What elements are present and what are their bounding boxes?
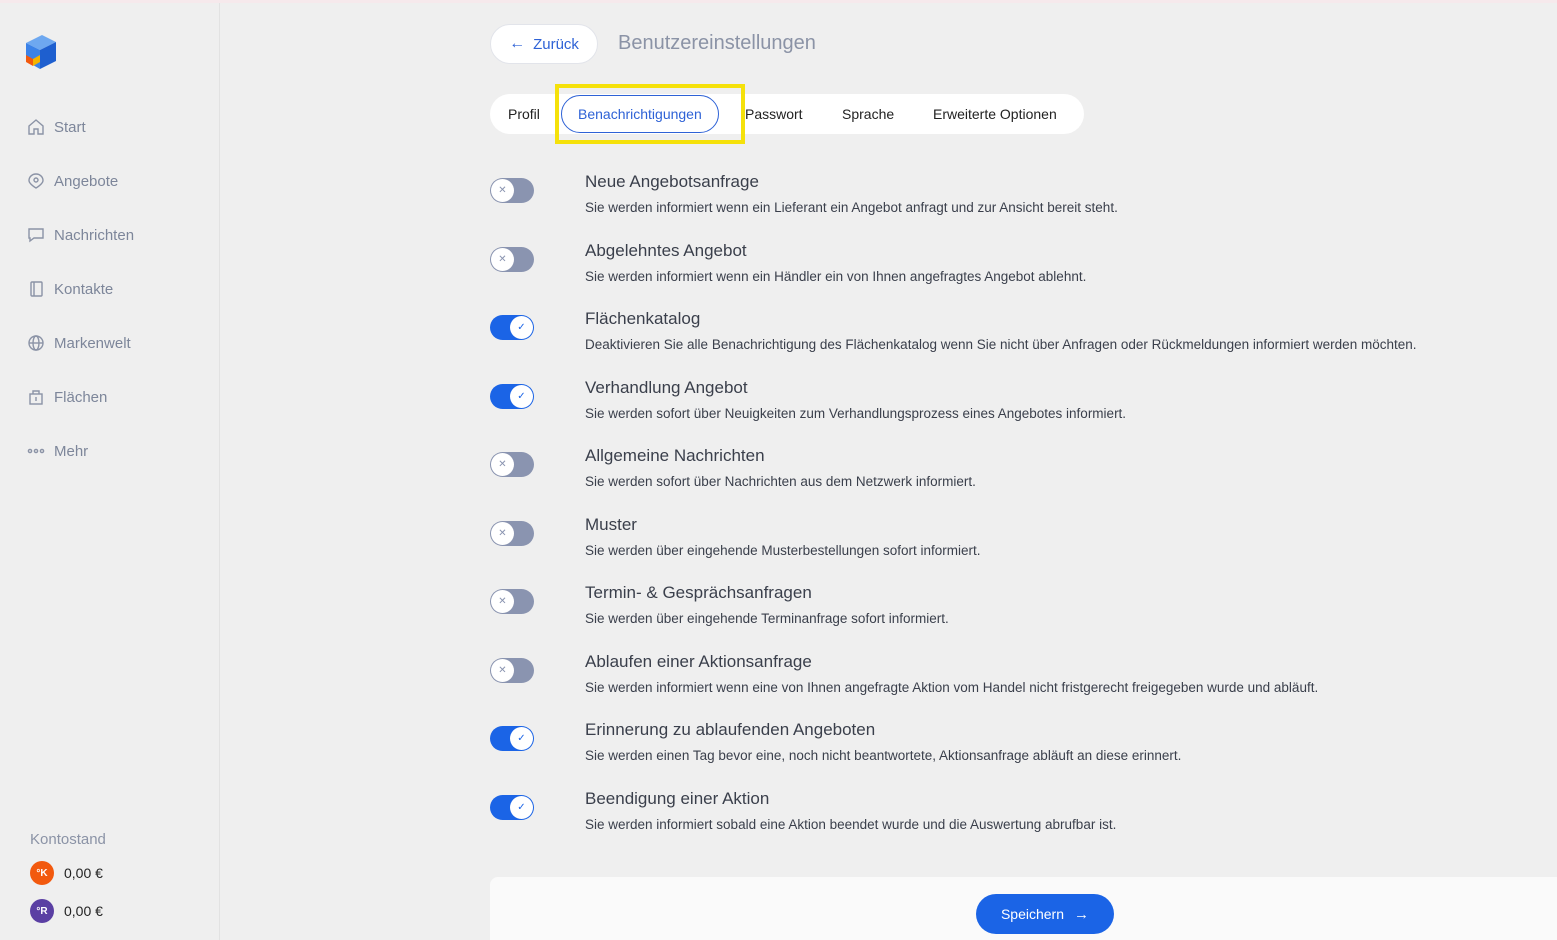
home-icon: [26, 117, 46, 137]
setting-description: Deaktivieren Sie alle Benachrichtigung d…: [585, 337, 1417, 352]
setting-title: Flächenkatalog: [585, 309, 701, 328]
x-icon: ✕: [491, 453, 514, 476]
setting-description: Sie werden informiert wenn ein Lieferant…: [585, 200, 1118, 215]
more-dots-icon: [26, 441, 46, 461]
balance-row-k: °K 0,00 €: [30, 861, 103, 885]
balance-value: 0,00 €: [64, 865, 103, 881]
setting-title: Neue Angebotsanfrage: [585, 172, 759, 191]
tab-profil[interactable]: Profil: [508, 106, 540, 122]
settings-tabs: Profil Benachrichtigungen Passwort Sprac…: [490, 94, 1084, 134]
x-icon: ✕: [491, 658, 514, 682]
setting-row: ✓ Beendigung einer Aktion Sie werden infor…: [490, 789, 1550, 849]
save-button[interactable]: Speichern →: [976, 894, 1114, 934]
sidebar-item-nachrichten[interactable]: Nachrichten: [26, 221, 134, 249]
coin-k-icon: °K: [30, 861, 54, 885]
setting-title: Ablaufen einer Aktionsanfrage: [585, 651, 812, 671]
sidebar-item-mehr[interactable]: Mehr: [26, 437, 134, 465]
setting-row: ✕ Ablaufen einer Aktionsanfrage Sie werden…: [490, 652, 1550, 712]
notification-toggle[interactable]: ✕: [490, 520, 534, 546]
globe-icon: [26, 333, 46, 353]
sidebar-item-label: Start: [54, 118, 86, 136]
sidebar-item-markenwelt[interactable]: Markenwelt: [26, 329, 134, 357]
page-title: Benutzereinstellungen: [618, 32, 816, 54]
setting-row: ✕ Termin- & Gesprächsanfragen Sie werden ü…: [490, 583, 1550, 643]
sidebar-item-label: Angebote: [54, 172, 119, 190]
notification-toggle[interactable]: ✓: [490, 794, 534, 820]
contacts-book-icon: [26, 279, 46, 299]
setting-row: ✕ Abgelehntes Angebot Sie werden informier…: [490, 241, 1550, 301]
setting-row: ✕ Neue Angebotsanfrage Sie werden informie…: [490, 172, 1550, 232]
check-icon: ✓: [510, 316, 533, 339]
setting-title: Muster: [585, 514, 637, 534]
sidebar-nav: Start Angebote Nachrichten Kontakte Mark…: [26, 113, 134, 491]
setting-title: Verhandlung Angebot: [585, 377, 748, 397]
back-button[interactable]: ← Zurück: [490, 24, 598, 64]
tab-benachrichtigungen[interactable]: Benachrichtigungen: [561, 95, 719, 133]
app-logo-icon[interactable]: [24, 33, 58, 71]
balance-title: Kontostand: [30, 831, 106, 848]
notification-toggle[interactable]: ✕: [490, 178, 534, 203]
back-button-label: Zurück: [533, 35, 579, 53]
check-icon: ✓: [510, 384, 533, 408]
setting-title: Beendigung einer Aktion: [585, 788, 770, 808]
notification-toggle[interactable]: ✕: [490, 657, 534, 683]
store-icon: [26, 387, 46, 407]
tag-icon: [26, 171, 46, 191]
arrow-left-icon: ←: [509, 35, 526, 52]
balance-row-r: °R 0,00 €: [30, 899, 103, 923]
setting-title: Allgemeine Nachrichten: [585, 446, 765, 465]
notification-toggle[interactable]: ✕: [490, 246, 534, 272]
tab-erweiterte-optionen[interactable]: Erweiterte Optionen: [933, 106, 1057, 122]
notification-toggle[interactable]: ✓: [490, 726, 534, 751]
setting-title: Termin- & Gesprächsanfragen: [585, 583, 812, 602]
setting-row: ✕ Allgemeine Nachrichten Sie werden sofort…: [490, 446, 1550, 506]
arrow-right-icon: →: [1074, 905, 1090, 923]
notification-toggle[interactable]: ✓: [490, 383, 534, 409]
notification-toggle[interactable]: ✕: [490, 452, 534, 477]
setting-row: ✓ Verhandlung Angebot Sie werden sofort üb…: [490, 378, 1550, 438]
sidebar-item-label: Flächen: [54, 388, 108, 406]
balance-value: 0,00 €: [64, 903, 103, 919]
chat-icon: [26, 225, 46, 245]
x-icon: ✕: [491, 179, 514, 202]
tab-passwort[interactable]: Passwort: [745, 106, 803, 122]
sidebar-item-label: Nachrichten: [54, 226, 135, 244]
save-button-label: Speichern: [1000, 906, 1065, 922]
sidebar-item-flaechen[interactable]: Flächen: [26, 383, 134, 411]
setting-title: Erinnerung zu ablaufenden Angeboten: [585, 720, 876, 739]
sidebar: Start Angebote Nachrichten Kontakte Mark…: [0, 3, 220, 940]
setting-description: Sie werden über eingehende Terminanfrage…: [585, 611, 949, 626]
setting-title: Abgelehntes Angebot: [585, 240, 747, 260]
sidebar-item-kontakte[interactable]: Kontakte: [26, 275, 134, 303]
setting-description: Sie werden sofort über Neuigkeiten zum V…: [585, 405, 1127, 421]
sidebar-item-label: Mehr: [54, 442, 89, 460]
sidebar-item-label: Markenwelt: [54, 334, 131, 352]
setting-row: ✓ Erinnerung zu ablaufenden Angeboten Sie …: [490, 720, 1550, 780]
notification-toggle[interactable]: ✓: [490, 315, 534, 340]
sidebar-item-angebote[interactable]: Angebote: [26, 167, 134, 195]
top-border: [0, 0, 1557, 3]
sidebar-item-label: Kontakte: [54, 280, 114, 298]
check-icon: ✓: [510, 795, 533, 819]
setting-description: Sie werden informiert sobald eine Aktion…: [585, 816, 1117, 832]
setting-description: Sie werden informiert wenn ein Händler e…: [585, 268, 1087, 284]
notification-toggle[interactable]: ✕: [490, 589, 534, 614]
x-icon: ✕: [491, 521, 514, 545]
setting-row: ✕ Muster Sie werden über eingehende Muster…: [490, 515, 1550, 575]
setting-description: Sie werden sofort über Nachrichten aus d…: [585, 474, 976, 489]
sidebar-item-start[interactable]: Start: [26, 113, 134, 141]
tab-sprache[interactable]: Sprache: [842, 106, 894, 122]
setting-description: Sie werden über eingehende Musterbestell…: [585, 542, 981, 558]
setting-row: ✓ Flächenkatalog Deaktivieren Sie alle Ben…: [490, 309, 1550, 369]
setting-description: Sie werden einen Tag bevor eine, noch ni…: [585, 748, 1182, 763]
check-icon: ✓: [510, 727, 533, 750]
setting-description: Sie werden informiert wenn eine von Ihne…: [585, 679, 1319, 695]
x-icon: ✕: [491, 590, 514, 613]
x-icon: ✕: [491, 247, 514, 271]
coin-r-icon: °R: [30, 899, 54, 923]
